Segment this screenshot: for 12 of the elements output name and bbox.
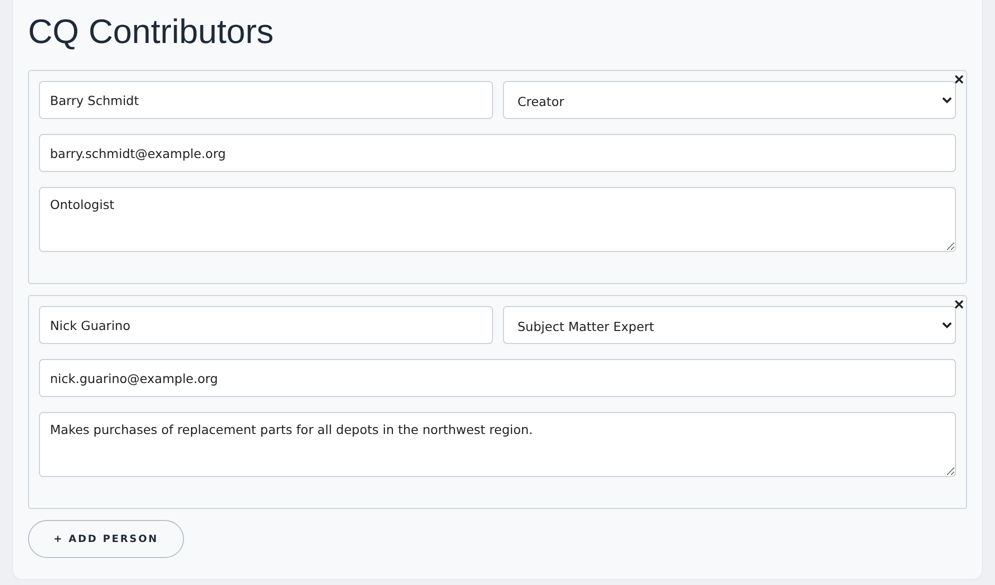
close-button[interactable]: ×	[954, 298, 964, 312]
add-person-button[interactable]: + ADD PERSON	[28, 520, 184, 558]
name-field[interactable]: Nick Guarino	[39, 306, 492, 344]
name-field[interactable]: Barry Schmidt	[39, 81, 492, 119]
role-select[interactable]: Subject Matter Expert	[502, 306, 956, 344]
role-select[interactable]: Creator	[502, 81, 956, 119]
page-title: CQ Contributors	[28, 12, 275, 53]
email-field[interactable]: barry.schmidt@example.org	[39, 134, 956, 172]
email-field[interactable]: nick.guarino@example.org	[39, 359, 956, 397]
description-field[interactable]: Makes purchases of replacement parts for all depots in the northwest region.	[39, 412, 956, 477]
close-button[interactable]: ×	[954, 73, 964, 87]
description-field[interactable]: Ontologist	[39, 187, 956, 252]
